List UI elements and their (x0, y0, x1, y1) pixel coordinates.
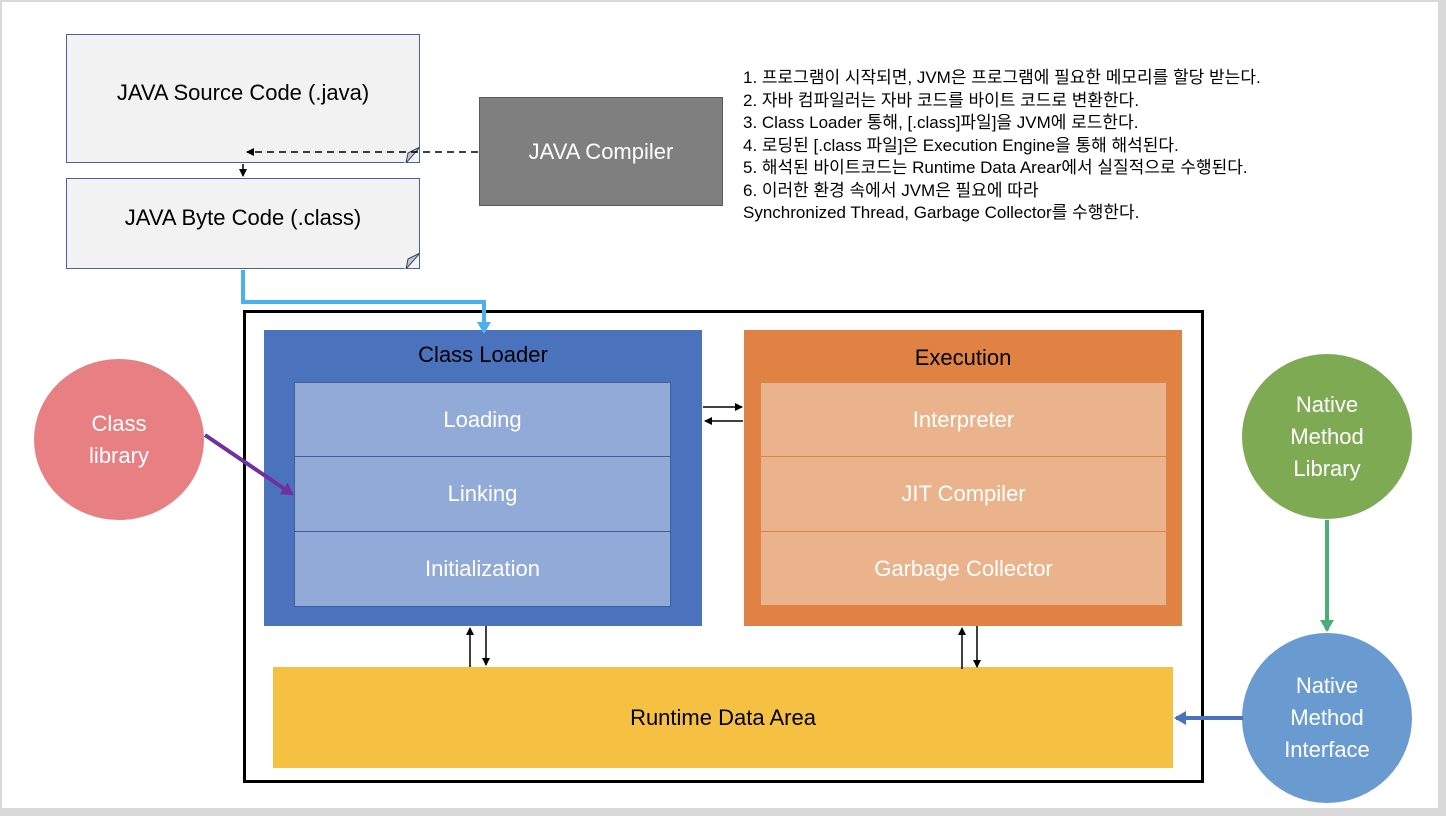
execution-title: Execution (914, 345, 1012, 370)
class-loader-box: Class Loader Loading Linking Initializat… (264, 330, 702, 626)
execution-box: Execution Interpreter JIT Compiler Garba… (744, 330, 1182, 626)
note-line-7: Synchronized Thread, Garbage Collector를 … (743, 203, 1140, 222)
page-fold-icon (404, 253, 420, 269)
class-loader-step-linking: Linking (294, 457, 671, 532)
note-line-1: 1. 프로그램이 시작되면, JVM은 프로그램에 필요한 메모리를 할당 받는… (743, 68, 1261, 87)
java-byte-code-label: JAVA Byte Code (.class) (124, 204, 362, 230)
note-line-3: 3. Class Loader 통해, [.class]파일]을 JVM에 로드… (743, 113, 1139, 132)
runtime-data-area-box: Runtime Data Area (273, 667, 1173, 768)
execution-step-interpreter: Interpreter (761, 383, 1166, 457)
class-loader-step-loading: Loading (294, 382, 671, 457)
execution-step-garbage-collector: Garbage Collector (761, 532, 1166, 605)
class-loader-title: Class Loader (418, 342, 548, 367)
java-compiler-label: JAVA Compiler (528, 138, 674, 164)
class-loader-step-initialization: Initialization (294, 532, 671, 607)
note-line-5: 5. 해석된 바이트코드는 Runtime Data Arear에서 실질적으로… (743, 158, 1248, 177)
native-method-library-circle: Native Method Library (1242, 354, 1412, 519)
process-notes: 1. 프로그램이 시작되면, JVM은 프로그램에 필요한 메모리를 할당 받는… (743, 67, 1261, 225)
class-library-circle: Class library (34, 359, 204, 520)
page-fold-icon (404, 147, 420, 163)
note-line-4: 4. 로딩된 [.class 파일]은 Execution Engine을 통해… (743, 135, 1179, 155)
execution-step-jit-compiler: JIT Compiler (761, 457, 1166, 532)
java-source-code-label: JAVA Source Code (.java) (116, 79, 370, 105)
note-line-6: 6. 이러한 환경 속에서 JVM은 필요에 따라 (743, 180, 1039, 200)
java-compiler-box: JAVA Compiler (479, 97, 723, 206)
java-byte-code-box: JAVA Byte Code (.class) (66, 178, 420, 269)
native-method-interface-circle: Native Method Interface (1242, 633, 1412, 803)
note-line-2: 2. 자바 컴파일러는 자바 코드를 바이트 코드로 변환한다. (743, 90, 1140, 110)
runtime-data-area-label: Runtime Data Area (630, 704, 816, 730)
java-source-code-box: JAVA Source Code (.java) (66, 34, 420, 163)
